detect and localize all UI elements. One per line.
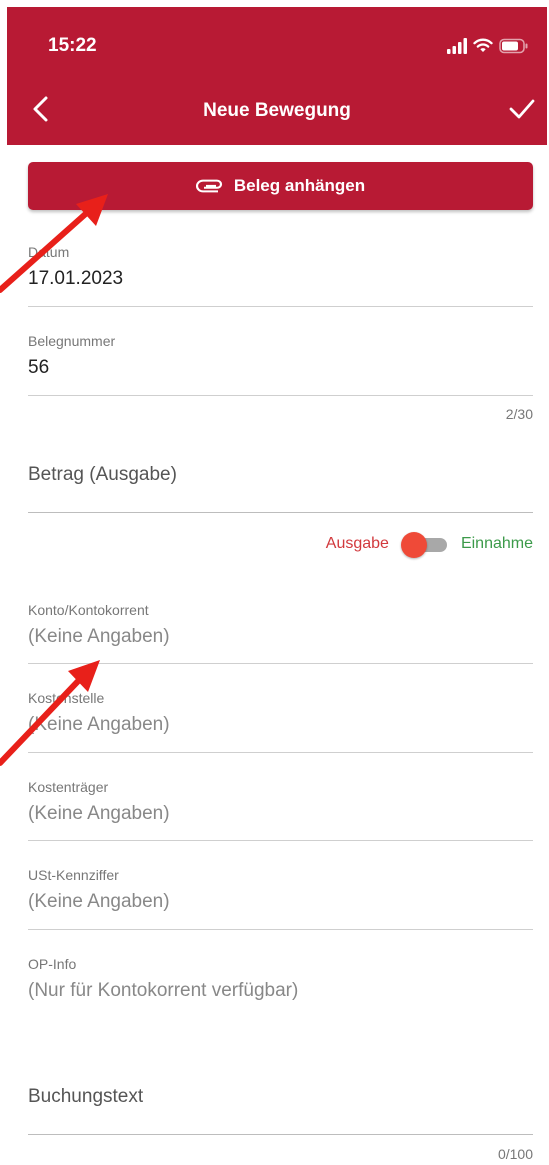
confirm-button[interactable] (507, 96, 537, 122)
booking-text-placeholder: Buchungstext (28, 1086, 144, 1107)
status-time: 15:22 (48, 35, 97, 56)
date-value: 17.01.2023 (28, 268, 124, 289)
cost-unit-underline (28, 840, 533, 841)
vat-code-label: USt-Kennziffer (28, 867, 119, 883)
attach-receipt-button[interactable]: Beleg anhängen (28, 162, 533, 210)
wifi-icon (473, 38, 493, 52)
signal-icon (447, 38, 467, 54)
checkmark-icon (509, 99, 535, 119)
cost-center-label: Kostenstelle (28, 690, 105, 706)
cost-unit-label: Kostenträger (28, 779, 109, 795)
battery-icon (499, 38, 528, 54)
cost-center-value: (Keine Angaben) (28, 714, 170, 735)
amount-placeholder: Betrag (Ausgabe) (28, 464, 177, 485)
status-icons (447, 37, 529, 55)
expense-income-toggle-row: Ausgabe Einnahme (325, 532, 533, 558)
receipt-number-underline (28, 395, 533, 396)
expense-income-switch[interactable] (400, 532, 449, 558)
account-label: Konto/Kontokorrent (28, 602, 149, 618)
amount-underline (28, 512, 533, 513)
vat-code-value: (Keine Angaben) (28, 891, 170, 912)
account-underline (28, 663, 533, 664)
date-label: Datum (28, 244, 70, 260)
expense-label: Ausgabe (325, 535, 389, 552)
cost-unit-value: (Keine Angaben) (28, 803, 170, 824)
cost-center-underline (28, 752, 533, 753)
paperclip-icon (195, 179, 222, 193)
booking-text-underline (28, 1134, 533, 1135)
receipt-number-label: Belegnummer (28, 333, 116, 349)
booking-text-counter: 0/100 (497, 1146, 533, 1162)
op-info-label: OP-Info (28, 956, 77, 972)
attach-receipt-label: Beleg anhängen (233, 176, 366, 195)
receipt-number-value: 56 (28, 357, 50, 378)
receipt-number-counter: 2/30 (505, 406, 533, 422)
app-header: 15:22 Neue Bewegung (7, 7, 547, 145)
income-label: Einnahme (460, 535, 533, 552)
vat-code-underline (28, 929, 533, 930)
account-value: (Keine Angaben) (28, 626, 170, 647)
page-title: Neue Bewegung (203, 100, 351, 121)
op-info-value: (Nur für Kontokorrent verfügbar) (28, 980, 299, 1001)
switch-thumb (400, 532, 427, 558)
date-underline (28, 306, 533, 307)
